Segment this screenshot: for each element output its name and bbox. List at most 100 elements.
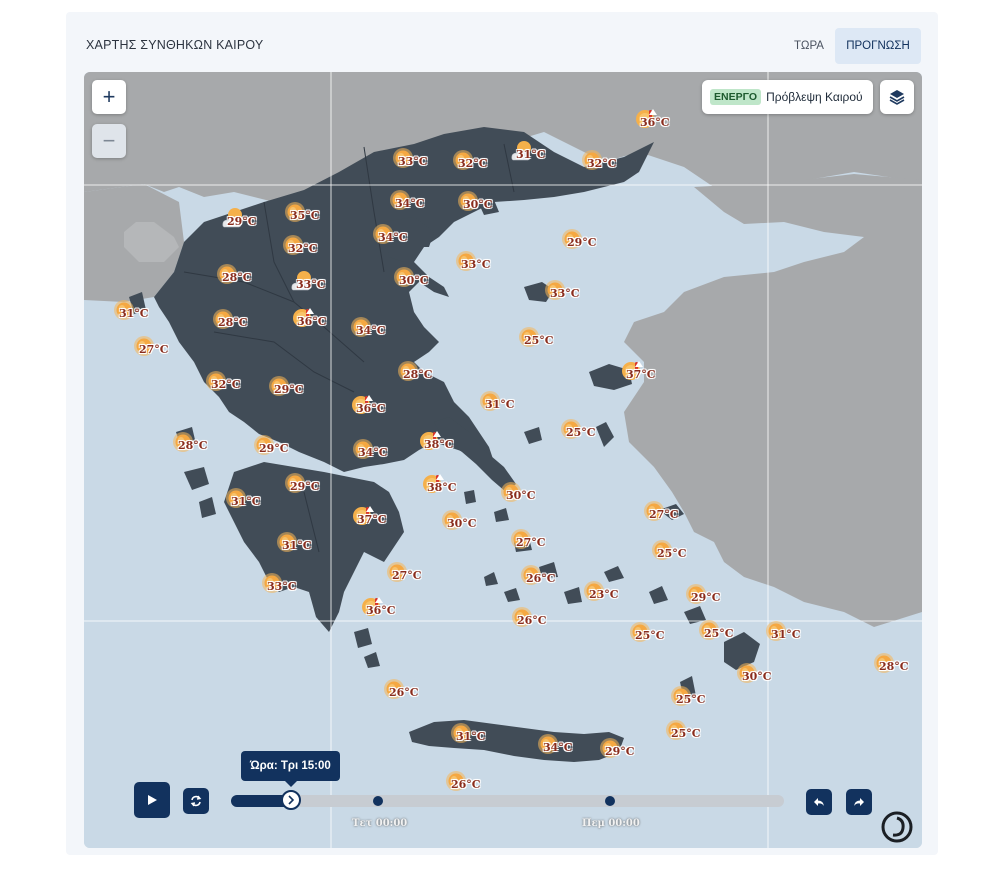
station-temperature: 33°C [267,580,297,593]
weather-station[interactable]: 34°C [371,222,435,256]
weather-station[interactable]: 38°C [420,472,484,506]
station-temperature: 32°C [458,157,488,170]
station-temperature: 26°C [451,778,481,791]
station-temperature: 29°C [259,442,289,455]
weather-station[interactable]: 28°C [396,359,460,393]
station-temperature: 33°C [461,258,491,271]
weather-station[interactable]: 33°C [543,278,607,312]
weather-station[interactable]: 35°C [283,200,347,234]
weather-station[interactable]: 27°C [642,499,706,533]
weather-station[interactable]: 29°C [252,433,316,467]
weather-station[interactable]: 36°C [290,306,354,340]
zoom-out-button[interactable]: − [92,124,126,158]
weather-station[interactable]: 29°C [220,206,284,240]
weather-station[interactable]: 31°C [478,389,542,423]
station-temperature: 32°C [288,242,318,255]
station-temperature: 29°C [691,591,721,604]
weather-station[interactable]: 34°C [349,315,413,349]
weather-station[interactable]: 26°C [382,677,446,711]
weather-station[interactable]: 25°C [628,620,692,654]
weather-station[interactable]: 32°C [451,148,515,182]
weather-station[interactable]: 33°C [260,571,324,605]
play-button[interactable] [134,782,170,818]
weather-station[interactable]: 34°C [536,732,600,766]
weather-station[interactable]: 26°C [510,605,574,639]
station-temperature: 37°C [357,513,387,526]
station-temperature: 31°C [516,148,546,161]
weather-station[interactable]: 27°C [132,334,196,368]
station-temperature: 35°C [290,209,320,222]
brand-logo-icon [881,811,913,843]
timeline-thumb[interactable] [281,790,301,810]
weather-station[interactable]: 27°C [385,560,449,594]
layers-button[interactable] [880,80,914,114]
station-temperature: 25°C [704,627,734,640]
weather-station[interactable]: 36°C [349,393,413,427]
station-temperature: 37°C [626,368,656,381]
weather-station[interactable]: 26°C [519,563,583,597]
weather-station[interactable]: 28°C [872,651,922,685]
rewind-icon [814,798,824,806]
weather-station[interactable]: 32°C [580,148,644,182]
station-temperature: 38°C [427,481,457,494]
weather-station[interactable]: 33°C [289,269,353,303]
weather-station[interactable]: 25°C [559,417,623,451]
station-temperature: 31°C [485,398,515,411]
weather-station[interactable]: 28°C [211,307,275,341]
weather-station[interactable]: 27°C [509,527,573,561]
weather-station[interactable]: 23°C [582,579,646,613]
weather-station[interactable]: 30°C [735,661,799,695]
weather-station[interactable]: 31°C [224,486,288,520]
weather-station[interactable]: 33°C [391,146,455,180]
weather-station[interactable]: 34°C [351,437,415,471]
weather-station[interactable]: 29°C [283,471,347,505]
weather-station[interactable]: 32°C [281,233,345,267]
loop-button[interactable] [183,788,209,814]
weather-station[interactable]: 36°C [633,107,697,141]
tab-forecast[interactable]: ΠΡΟΓΝΩΣΗ [835,28,921,64]
station-temperature: 25°C [657,547,687,560]
step-back-button[interactable] [806,789,832,815]
weather-station[interactable]: 30°C [499,480,563,514]
zoom-in-button[interactable]: + [92,80,126,114]
weather-station[interactable]: 30°C [440,508,504,542]
weather-station[interactable]: 37°C [350,504,414,538]
weather-station[interactable]: 31°C [449,721,513,755]
weather-station[interactable]: 25°C [697,618,761,652]
weather-station[interactable]: 34°C [388,188,452,222]
weather-station[interactable]: 31°C [764,619,828,653]
weather-station[interactable]: 25°C [664,718,728,752]
weather-station[interactable]: 28°C [215,262,279,296]
weather-station[interactable]: 29°C [684,582,748,616]
chevron-right-icon [288,795,295,805]
weather-station[interactable]: 32°C [204,369,268,403]
weather-station[interactable]: 30°C [392,265,456,299]
weather-station[interactable]: 36°C [359,595,423,629]
weather-station[interactable]: 29°C [598,736,662,770]
weather-station[interactable]: 38°C [417,429,481,463]
weather-station[interactable]: 29°C [267,374,331,408]
weather-station[interactable]: 28°C [171,430,235,464]
weather-map[interactable]: + − ΕΝΕΡΓΟ Πρόβλεψη Καιρού 33°C 32°C 31°C 3… [84,72,922,848]
weather-station[interactable]: 25°C [650,538,714,572]
station-temperature: 32°C [587,157,617,170]
step-forward-button[interactable] [846,789,872,815]
weather-station[interactable]: 31°C [112,298,176,332]
timeline-marker-wed[interactable] [372,796,383,806]
timeline-marker-thu[interactable] [604,796,615,806]
weather-station[interactable]: 37°C [619,359,683,393]
weather-station[interactable]: 29°C [560,227,624,261]
weather-station[interactable]: 25°C [669,684,733,718]
weather-station[interactable]: 31°C [509,139,573,173]
weather-station[interactable]: 25°C [517,325,581,359]
station-temperature: 30°C [399,274,429,287]
weather-station[interactable]: 33°C [454,249,518,283]
tab-now[interactable]: ΤΩΡΑ [785,28,833,64]
station-temperature: 27°C [516,536,546,549]
weather-station[interactable]: 30°C [456,189,520,223]
timeline-slider[interactable] [231,795,784,807]
weather-station[interactable]: 31°C [275,530,339,564]
station-temperature: 34°C [543,741,573,754]
station-temperature: 27°C [139,343,169,356]
active-layer-pill[interactable]: ΕΝΕΡΓΟ Πρόβλεψη Καιρού [702,80,873,114]
